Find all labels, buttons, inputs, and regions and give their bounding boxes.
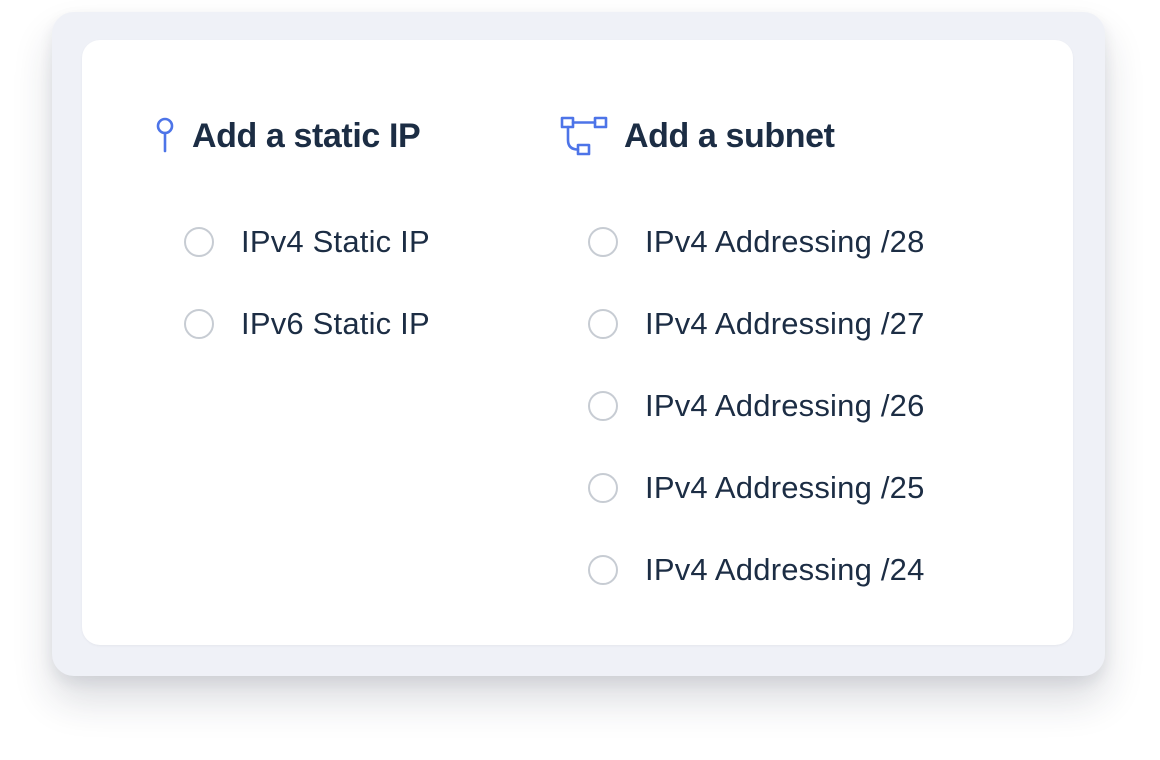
option-label: IPv4 Addressing /28 — [645, 224, 925, 259]
option-ipv6-static-ip[interactable]: IPv6 Static IP — [184, 304, 430, 344]
radio-button[interactable] — [588, 555, 618, 585]
subnet-title: Add a subnet — [624, 117, 835, 155]
radio-button[interactable] — [184, 309, 214, 339]
option-label: IPv4 Addressing /25 — [645, 470, 925, 505]
option-ipv4-addressing-25[interactable]: IPv4 Addressing /25 — [588, 468, 925, 508]
option-label: IPv4 Addressing /24 — [645, 552, 925, 587]
static-ip-header: Add a static IP — [152, 114, 421, 158]
option-ipv4-addressing-24[interactable]: IPv4 Addressing /24 — [588, 550, 925, 590]
option-label: IPv4 Static IP — [241, 224, 430, 259]
radio-button[interactable] — [588, 473, 618, 503]
radio-button[interactable] — [588, 227, 618, 257]
option-ipv4-addressing-27[interactable]: IPv4 Addressing /27 — [588, 304, 925, 344]
option-label: IPv4 Addressing /26 — [645, 388, 925, 423]
subnet-header: Add a subnet — [560, 114, 835, 158]
stage: Add a static IP IPv4 Static IP IPv6 Stat… — [0, 0, 1160, 760]
option-ipv4-static-ip[interactable]: IPv4 Static IP — [184, 222, 430, 262]
ip-options-card: Add a static IP IPv4 Static IP IPv6 Stat… — [82, 40, 1073, 645]
radio-button[interactable] — [588, 391, 618, 421]
option-label: IPv4 Addressing /27 — [645, 306, 925, 341]
map-pin-icon — [152, 116, 178, 156]
option-label: IPv6 Static IP — [241, 306, 430, 341]
static-ip-title: Add a static IP — [192, 117, 421, 155]
option-ipv4-addressing-28[interactable]: IPv4 Addressing /28 — [588, 222, 925, 262]
option-ipv4-addressing-26[interactable]: IPv4 Addressing /26 — [588, 386, 925, 426]
radio-button[interactable] — [184, 227, 214, 257]
network-topology-icon — [560, 114, 610, 158]
radio-button[interactable] — [588, 309, 618, 339]
